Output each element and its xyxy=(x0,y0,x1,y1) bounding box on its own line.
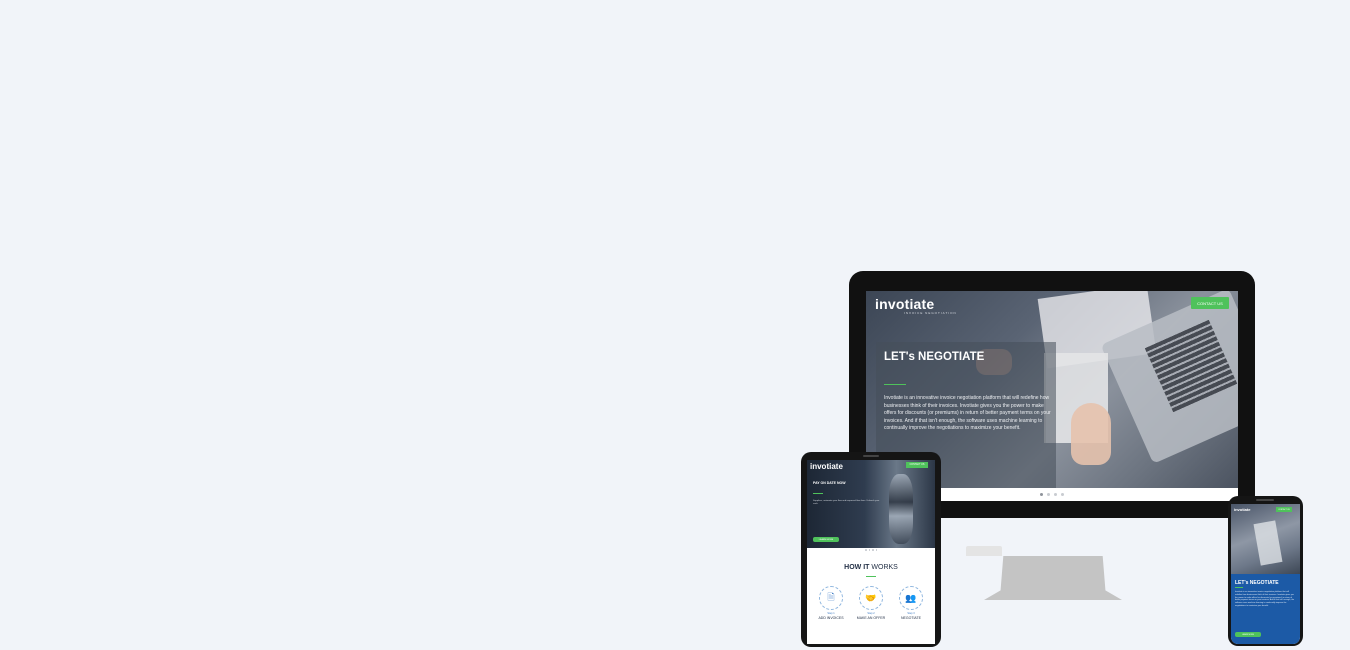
step-label: ADD INVOICES xyxy=(818,616,844,620)
tablet-learn-more-button[interactable]: LEARN MORE xyxy=(813,537,839,542)
phone-speaker xyxy=(1256,499,1274,501)
tablet-carousel-dot[interactable] xyxy=(872,549,874,551)
people-icon: 👥 xyxy=(899,586,923,610)
phone-hero: invotiate CONTACT US xyxy=(1231,504,1300,574)
tablet-carousel-dots xyxy=(807,549,935,553)
tablet-carousel-dot[interactable] xyxy=(865,549,867,551)
step-label: MAKE AN OFFER xyxy=(856,616,886,620)
how-it-works-heading: HOW IT WORKS xyxy=(807,564,935,571)
carousel-dot-3[interactable] xyxy=(1054,493,1057,496)
phone-accent-rule xyxy=(1235,587,1243,588)
phone-logo[interactable]: invotiate xyxy=(1234,507,1250,512)
hero-title: LET's NEGOTIATE xyxy=(884,351,985,363)
step-label: NEGOTIATE xyxy=(901,616,921,620)
how-it-works-rule xyxy=(866,576,876,577)
step-make-an-offer[interactable]: 🤝 Step 2 MAKE AN OFFER xyxy=(851,586,891,620)
step-number: Step 2 xyxy=(867,612,875,615)
phone-hero-image xyxy=(1253,520,1283,566)
hourglass-image xyxy=(889,474,913,544)
phone-device: invotiate CONTACT US LET's NEGOTIATE Inv… xyxy=(1228,496,1303,646)
phone-screen: invotiate CONTACT US LET's NEGOTIATE Inv… xyxy=(1231,504,1300,644)
tablet-logo[interactable]: invotiate xyxy=(810,462,843,471)
tablet-carousel-dot[interactable] xyxy=(868,549,870,551)
phone-panel-description: Invotiate is an innovative invoice negot… xyxy=(1235,591,1295,607)
tablet-device: invotiate CONTACT US PAY ON DATE NOW Sup… xyxy=(801,452,941,647)
phone-panel-title: LET's NEGOTIATE xyxy=(1235,580,1279,586)
tablet-carousel-dot[interactable] xyxy=(875,549,877,551)
hero-accent-rule xyxy=(884,384,906,385)
hero-hand-image xyxy=(1071,403,1111,465)
tablet-camera xyxy=(863,455,879,457)
tablet-screen: invotiate CONTACT US PAY ON DATE NOW Sup… xyxy=(807,460,935,644)
how-it-prefix: HOW IT xyxy=(844,564,870,571)
carousel-dot-2[interactable] xyxy=(1047,493,1050,496)
tablet-hero-title: PAY ON DATE NOW xyxy=(813,481,846,485)
tablet-contact-button[interactable]: CONTACT US xyxy=(906,462,928,468)
handshake-icon: 🤝 xyxy=(859,586,883,610)
tablet-accent-rule xyxy=(813,493,823,494)
hero-description: Invotiate is an innovative invoice negot… xyxy=(884,395,1051,432)
monitor-stand xyxy=(984,556,1122,600)
document-icon: 🗎 xyxy=(819,586,843,610)
logo-tagline: INVOICE NEGOTIATION xyxy=(904,311,957,315)
carousel-dot-1[interactable] xyxy=(1040,493,1043,496)
step-number: Step 1 xyxy=(827,612,835,615)
carousel-dot-4[interactable] xyxy=(1061,493,1064,496)
phone-learn-more-button[interactable]: LEARN MORE xyxy=(1235,632,1261,637)
step-add-invoices[interactable]: 🗎 Step 1 ADD INVOICES xyxy=(811,586,851,620)
step-negotiate[interactable]: 👥 Step 3 NEGOTIATE xyxy=(891,586,931,620)
monitor-stand-neck xyxy=(966,546,1002,556)
phone-contact-button[interactable]: CONTACT US xyxy=(1276,507,1292,512)
step-number: Step 3 xyxy=(907,612,915,615)
tablet-hero: invotiate CONTACT US PAY ON DATE NOW Sup… xyxy=(807,460,935,548)
contact-us-button[interactable]: CONTACT US xyxy=(1191,297,1229,309)
how-it-suffix: WORKS xyxy=(871,564,898,571)
tablet-hero-description: Suppliers, automate your flow and improv… xyxy=(813,500,880,506)
phone-info-panel: LET's NEGOTIATE Invotiate is an innovati… xyxy=(1231,574,1300,644)
site-logo[interactable]: invotiate xyxy=(875,296,934,312)
